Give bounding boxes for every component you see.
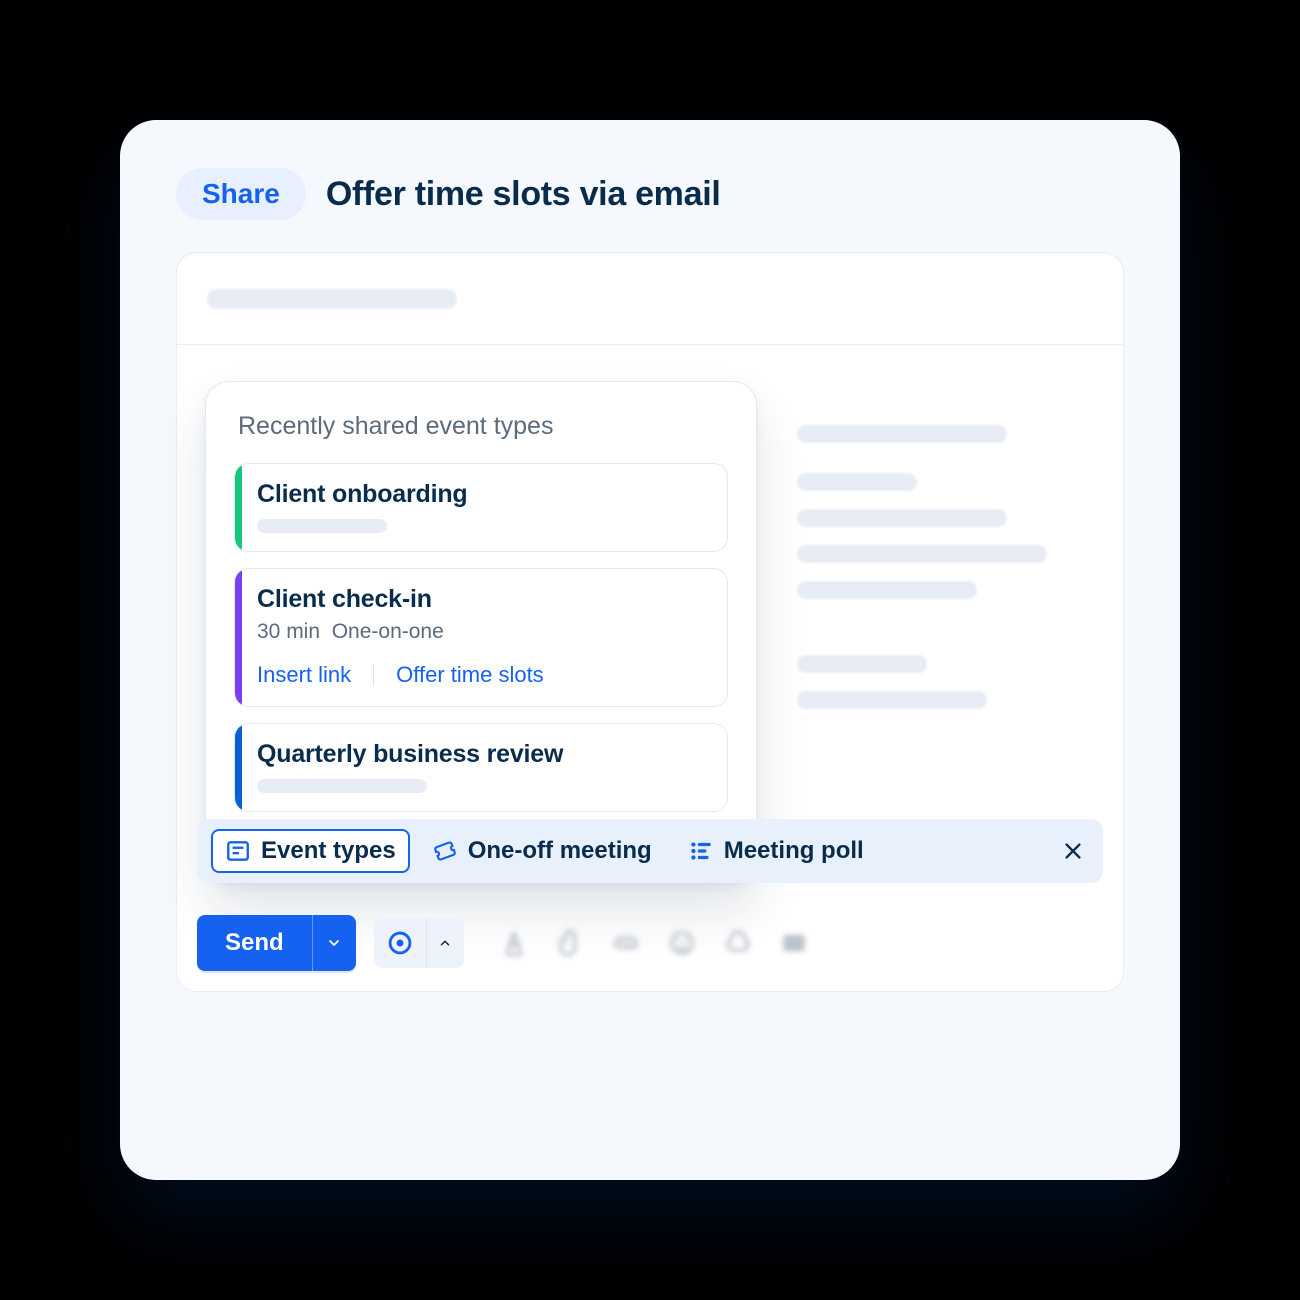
placeholder-line bbox=[207, 289, 457, 309]
event-card-onboarding[interactable]: Client onboarding bbox=[234, 463, 728, 552]
page-title: Offer time slots via email bbox=[326, 175, 721, 214]
link-icon[interactable] bbox=[612, 929, 640, 957]
event-type: One-on-one bbox=[332, 620, 444, 643]
scheduler-toolbar: Event types One-off meeting Meeting poll bbox=[197, 819, 1103, 883]
calendly-dropdown-caret[interactable] bbox=[426, 918, 464, 968]
placeholder-line bbox=[797, 581, 977, 599]
placeholder-line bbox=[797, 425, 1007, 443]
formatting-icons-blurred bbox=[500, 929, 808, 957]
ticket-icon bbox=[432, 838, 458, 864]
placeholder-line bbox=[797, 473, 917, 491]
event-types-icon bbox=[225, 838, 251, 864]
chip-label: Meeting poll bbox=[724, 837, 864, 865]
compose-bottom-bar: Send bbox=[197, 915, 1103, 971]
image-icon[interactable] bbox=[780, 929, 808, 957]
event-types-popup: Recently shared event types Client onboa… bbox=[205, 381, 757, 883]
placeholder-line bbox=[257, 519, 387, 533]
event-card-checkin[interactable]: Client check-in 30 min One-on-one Insert… bbox=[234, 568, 728, 707]
event-actions: Insert link Offer time slots bbox=[257, 662, 705, 688]
header: Share Offer time slots via email bbox=[120, 120, 1180, 244]
send-button[interactable]: Send bbox=[197, 915, 312, 971]
emoji-icon[interactable] bbox=[668, 929, 696, 957]
app-card: Share Offer time slots via email Recentl… bbox=[120, 120, 1180, 1180]
popup-title: Recently shared event types bbox=[234, 412, 728, 441]
event-stripe bbox=[235, 724, 242, 811]
event-title: Client check-in bbox=[257, 585, 705, 614]
send-button-group: Send bbox=[197, 915, 356, 971]
drive-icon[interactable] bbox=[724, 929, 752, 957]
placeholder-line bbox=[797, 691, 987, 709]
chip-label: Event types bbox=[261, 837, 396, 865]
divider bbox=[373, 664, 374, 686]
chip-label: One-off meeting bbox=[468, 837, 652, 865]
event-title: Client onboarding bbox=[257, 480, 705, 509]
text-format-icon[interactable] bbox=[500, 929, 528, 957]
event-subtitle: 30 min One-on-one bbox=[257, 620, 705, 644]
placeholder-line bbox=[257, 779, 427, 793]
event-title: Quarterly business review bbox=[257, 740, 705, 769]
placeholder-line bbox=[797, 509, 1007, 527]
calendly-button[interactable] bbox=[374, 918, 426, 968]
chip-event-types[interactable]: Event types bbox=[211, 829, 410, 873]
share-pill[interactable]: Share bbox=[176, 168, 306, 220]
insert-link-action[interactable]: Insert link bbox=[257, 662, 351, 688]
close-icon[interactable] bbox=[1057, 835, 1089, 867]
attachment-icon[interactable] bbox=[556, 929, 584, 957]
event-card-qbr[interactable]: Quarterly business review bbox=[234, 723, 728, 812]
send-dropdown-caret[interactable] bbox=[312, 915, 356, 971]
placeholder-line bbox=[797, 655, 927, 673]
chip-one-off-meeting[interactable]: One-off meeting bbox=[418, 829, 666, 873]
offer-time-slots-action[interactable]: Offer time slots bbox=[396, 662, 544, 688]
compose-panel: Recently shared event types Client onboa… bbox=[176, 252, 1124, 992]
chip-meeting-poll[interactable]: Meeting poll bbox=[674, 829, 878, 873]
event-stripe bbox=[235, 464, 242, 551]
poll-icon bbox=[688, 838, 714, 864]
event-duration: 30 min bbox=[257, 620, 320, 643]
event-stripe bbox=[235, 569, 242, 706]
calendly-button-group bbox=[374, 918, 464, 968]
placeholder-line bbox=[797, 545, 1047, 563]
